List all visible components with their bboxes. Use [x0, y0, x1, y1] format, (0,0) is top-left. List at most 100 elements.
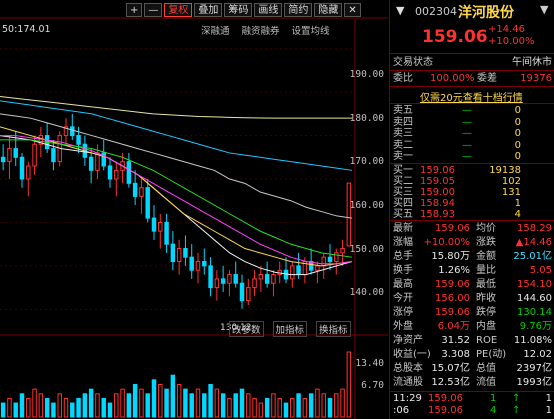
stat-value-2: 9.76万	[519, 321, 552, 332]
candle-body	[290, 265, 295, 280]
candle-body	[51, 148, 56, 163]
axis-label-170: 170.00	[349, 156, 384, 167]
stat-row: 涨停 159.06 跌停 130.14	[390, 306, 554, 320]
stat-label-2: 涨跌	[476, 237, 496, 248]
buy-level-price: 158.93	[420, 209, 455, 220]
buy-level-row: 买二 159.05 102	[390, 176, 554, 187]
candle-body	[0, 156, 6, 163]
sell-level-volume: 0	[514, 151, 521, 162]
candle-body	[151, 217, 157, 232]
ratio-row: 委比 100.00% 委差 19376	[390, 72, 554, 86]
stat-row: 换手 1.26% 量比 5.05	[390, 264, 554, 278]
add-indicator-tab[interactable]: 加指标	[272, 321, 308, 337]
buy-level-label: 买四	[393, 198, 413, 209]
volume-bar	[264, 397, 270, 418]
sell-level-volume: 0	[514, 105, 521, 116]
moving-average-line	[0, 113, 353, 219]
stat-value-1: 31.52	[441, 335, 470, 346]
volume-bar	[252, 397, 257, 418]
sell-level-price: —	[462, 105, 472, 116]
stat-value-2: 1993亿	[516, 377, 552, 388]
buy-level-volume: 4	[514, 209, 521, 220]
volume-bar	[164, 388, 169, 418]
axis-label-150: 150.00	[349, 244, 384, 255]
menu-icon[interactable]: ▼	[396, 4, 404, 17]
stat-label-2: PE(动)	[476, 349, 507, 360]
volume-bar	[290, 397, 295, 418]
status-row: 交易状态 午间休市	[390, 56, 554, 70]
stat-value-1: 156.00	[435, 293, 470, 304]
buy-level-volume: 131	[501, 187, 521, 198]
volume-bar	[139, 388, 144, 418]
stat-row: 最高 159.06 最低 154.10	[390, 278, 554, 292]
candle-body	[132, 182, 138, 197]
stat-label-1: 涨幅	[393, 237, 413, 248]
candle-body	[189, 256, 194, 271]
candle-body	[327, 256, 333, 263]
stat-value-2: 154.10	[517, 279, 552, 290]
buy-level-volume: 102	[501, 176, 521, 187]
candle-body	[283, 269, 289, 280]
stat-label-2: 金额	[476, 251, 496, 262]
candle-body	[7, 148, 12, 163]
volume-bar	[26, 397, 31, 418]
volume-bar	[0, 402, 6, 418]
status-value: 午间休市	[512, 57, 552, 68]
candle-body	[233, 274, 238, 284]
stat-value-2: 25.01亿	[513, 251, 552, 262]
kline-chart-area[interactable]: + — 复权 叠加 筹码 画线 简约 隐藏 ✕ 50:174.01 深融通 融资…	[0, 0, 388, 419]
stat-label-2: 最低	[476, 279, 496, 290]
tick-volume: 4	[490, 405, 497, 416]
change-params-tab[interactable]: 改参数	[229, 321, 264, 337]
last-price: 159.06	[422, 27, 488, 47]
candle-body	[139, 187, 144, 197]
stat-value-2: ▲14.46	[515, 237, 552, 248]
candle-body	[158, 221, 163, 232]
switch-indicator-tab[interactable]: 换指标	[316, 321, 351, 337]
buy-level-price: 159.00	[420, 187, 455, 198]
sell-level-volume: 0	[514, 128, 521, 139]
weicha-value: 19376	[520, 73, 552, 84]
weibi-label: 委比	[393, 73, 413, 84]
volume-bar	[51, 402, 56, 418]
stat-label-1: 最高	[393, 279, 413, 290]
price-change: +14.46	[488, 24, 526, 35]
kline-svg	[0, 17, 388, 419]
volume-bar	[195, 388, 201, 418]
next-stock-icon[interactable]: ▼	[540, 3, 548, 16]
level10-link[interactable]: 仅需20元查看十档行情	[420, 89, 523, 104]
volume-bar	[7, 397, 12, 418]
sell-level-label: 卖二	[393, 139, 413, 151]
candle-body	[202, 261, 207, 267]
tick-count: 1	[545, 405, 552, 416]
sell-level-price: —	[462, 116, 472, 128]
candle-body	[19, 156, 25, 180]
stat-row: 流通股 12.53亿 流值 1993亿	[390, 376, 554, 390]
stat-value-1: 15.80万	[431, 251, 470, 262]
buy-level-price: 159.05	[420, 176, 455, 187]
sell-level-label: 卖四	[393, 116, 413, 128]
moving-average-line	[0, 95, 352, 119]
candle-body	[264, 274, 270, 284]
sell-level-label: 卖五	[393, 105, 413, 116]
stat-label-1: 总手	[393, 251, 413, 262]
volume-bar	[63, 397, 69, 418]
stat-label-1: 换手	[393, 265, 413, 276]
stat-label-2: 总值	[476, 363, 496, 374]
volume-bar	[202, 393, 207, 418]
candle-body	[246, 287, 251, 302]
volume-bar	[32, 388, 37, 418]
tick-row: 11:29 159.06 1 ↑ 1	[390, 393, 554, 405]
volume-bar	[132, 384, 138, 418]
stat-label-1: 外盘	[393, 321, 413, 332]
sell-level-price: —	[462, 139, 472, 151]
volume-bar	[302, 397, 308, 418]
volume-bar	[246, 393, 251, 418]
candle-body	[26, 165, 31, 180]
volume-bar	[95, 393, 100, 418]
sell-level-label: 卖三	[393, 128, 413, 139]
buy-level-label: 买五	[393, 209, 413, 220]
axis-label-180: 180.00	[349, 113, 384, 124]
sell-level-price: —	[462, 151, 472, 162]
buy-level-row: 买五 158.93 4	[390, 209, 554, 220]
